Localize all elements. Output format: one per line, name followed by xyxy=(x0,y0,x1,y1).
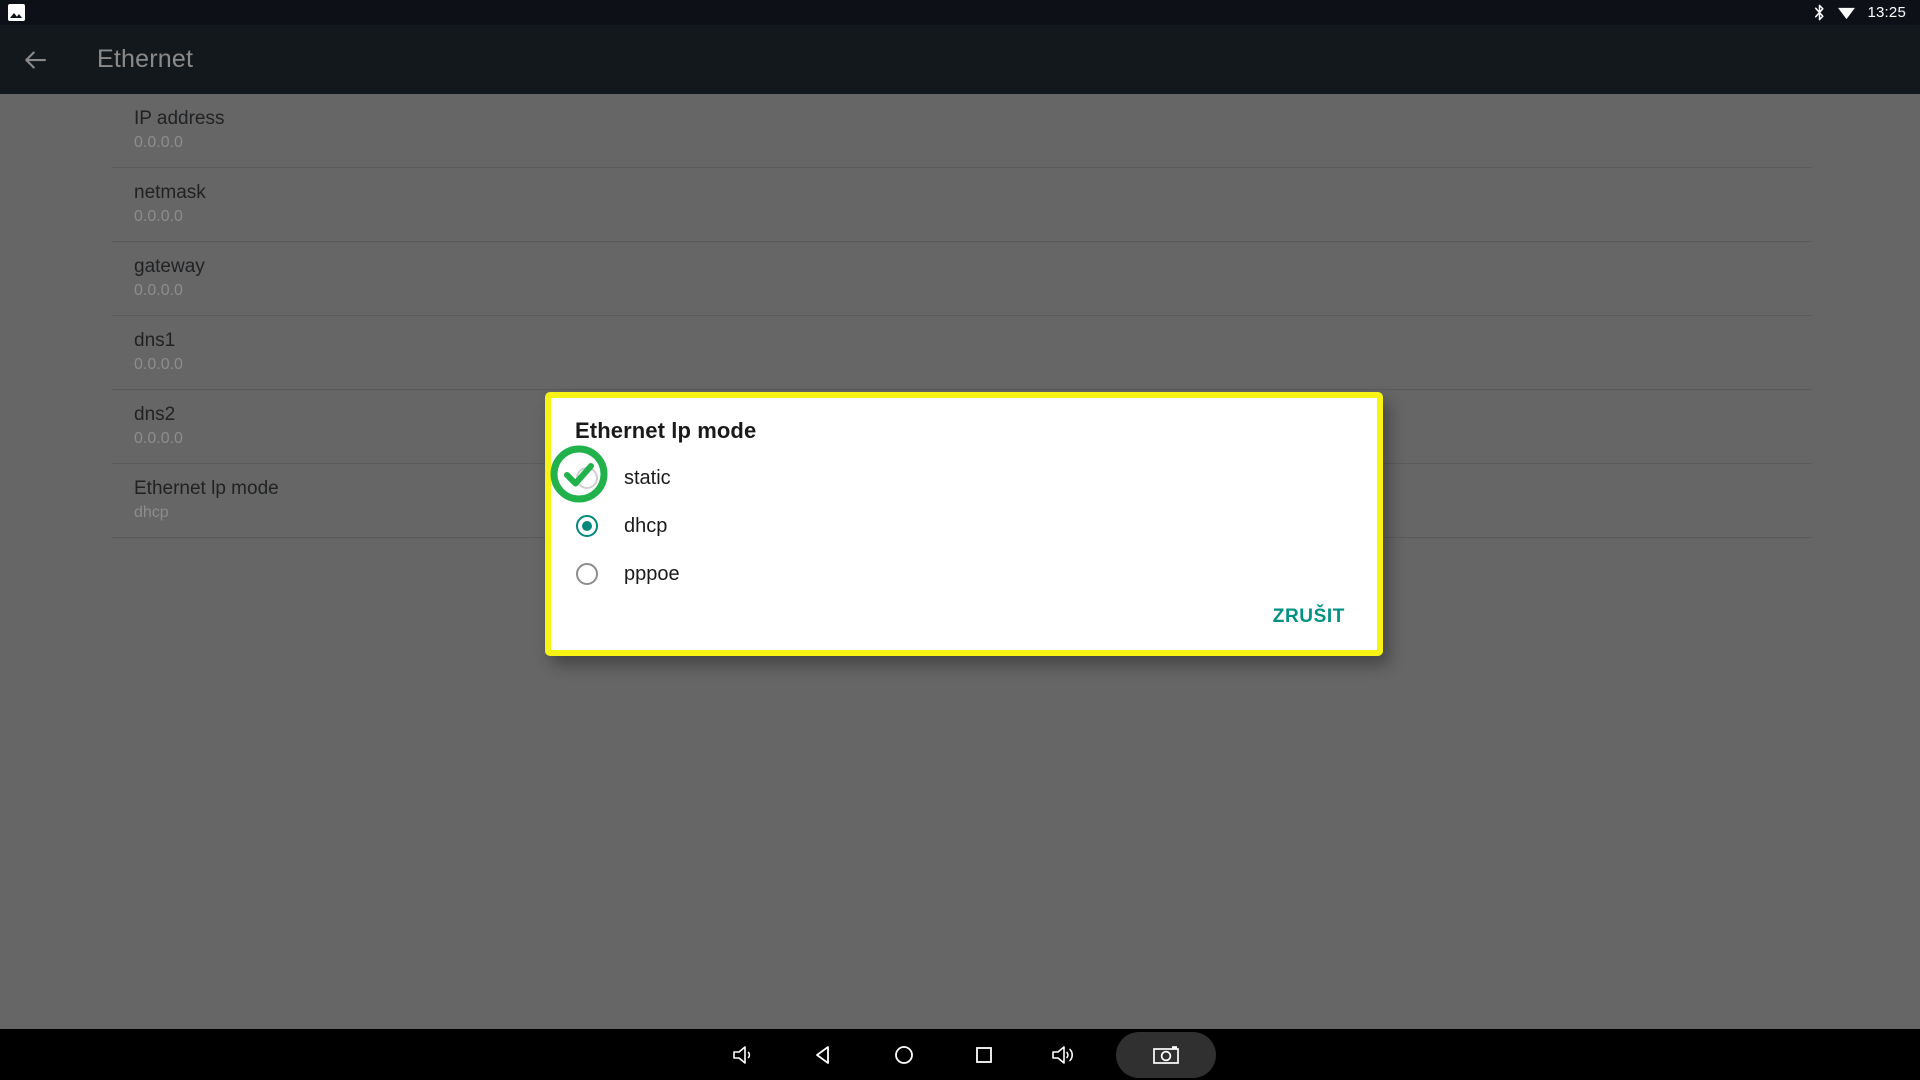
radio-button-pppoe-icon[interactable] xyxy=(576,563,598,585)
list-item-title: gateway xyxy=(134,255,205,277)
cancel-button[interactable]: ZRUŠIT xyxy=(1263,598,1355,636)
list-item-value: 0.0.0.0 xyxy=(134,282,183,300)
list-item-value: 0.0.0.0 xyxy=(134,134,183,152)
radio-button-dhcp-icon[interactable] xyxy=(576,515,598,537)
android-screen: 13:25 Ethernet IP address 0.0.0.0 netmas… xyxy=(0,0,1920,1080)
list-item-title: dns1 xyxy=(134,329,176,351)
radio-button-static-icon[interactable] xyxy=(576,467,598,489)
recents-icon[interactable] xyxy=(944,1029,1024,1080)
bluetooth-icon xyxy=(1813,4,1826,21)
status-bar-clock: 13:25 xyxy=(1867,4,1906,21)
app-bar: Ethernet xyxy=(0,25,1920,94)
list-item[interactable]: gateway 0.0.0.0 xyxy=(112,242,1812,316)
status-bar: 13:25 xyxy=(0,0,1920,25)
radio-option-dhcp[interactable]: dhcp xyxy=(551,502,1377,550)
navigation-bar xyxy=(0,1029,1920,1080)
wifi-signal-icon xyxy=(1837,5,1856,20)
list-item[interactable]: netmask 0.0.0.0 xyxy=(112,168,1812,242)
list-item[interactable]: IP address 0.0.0.0 xyxy=(112,94,1812,168)
radio-group: static dhcp pppoe xyxy=(551,454,1377,598)
volume-down-icon[interactable] xyxy=(704,1029,784,1080)
home-icon[interactable] xyxy=(864,1029,944,1080)
radio-label: dhcp xyxy=(624,514,668,537)
dialog-title: Ethernet lp mode xyxy=(575,418,757,443)
list-item[interactable]: dns1 0.0.0.0 xyxy=(112,316,1812,390)
list-item-title: IP address xyxy=(134,107,225,129)
list-item-title: netmask xyxy=(134,181,206,203)
volume-up-icon[interactable] xyxy=(1024,1029,1104,1080)
list-item-value: 0.0.0.0 xyxy=(134,208,183,226)
screenshot-camera-icon[interactable] xyxy=(1116,1031,1216,1078)
back-arrow-icon[interactable] xyxy=(0,45,50,75)
status-bar-notifications xyxy=(8,4,25,21)
list-item-value: 0.0.0.0 xyxy=(134,356,183,374)
radio-option-static[interactable]: static xyxy=(551,454,1377,502)
back-icon[interactable] xyxy=(784,1029,864,1080)
status-bar-system-icons: 13:25 xyxy=(1813,4,1906,21)
page-title: Ethernet xyxy=(97,45,194,73)
navigation-bar-buttons xyxy=(704,1029,1216,1080)
dialog-actions: ZRUŠIT xyxy=(1263,598,1355,636)
radio-label: pppoe xyxy=(624,562,680,585)
screenshot-image-icon xyxy=(8,4,25,21)
radio-label: static xyxy=(624,466,671,489)
radio-option-pppoe[interactable]: pppoe xyxy=(551,550,1377,598)
ethernet-ip-mode-dialog: Ethernet lp mode static dhcp pppoe ZRUŠI… xyxy=(545,392,1383,656)
